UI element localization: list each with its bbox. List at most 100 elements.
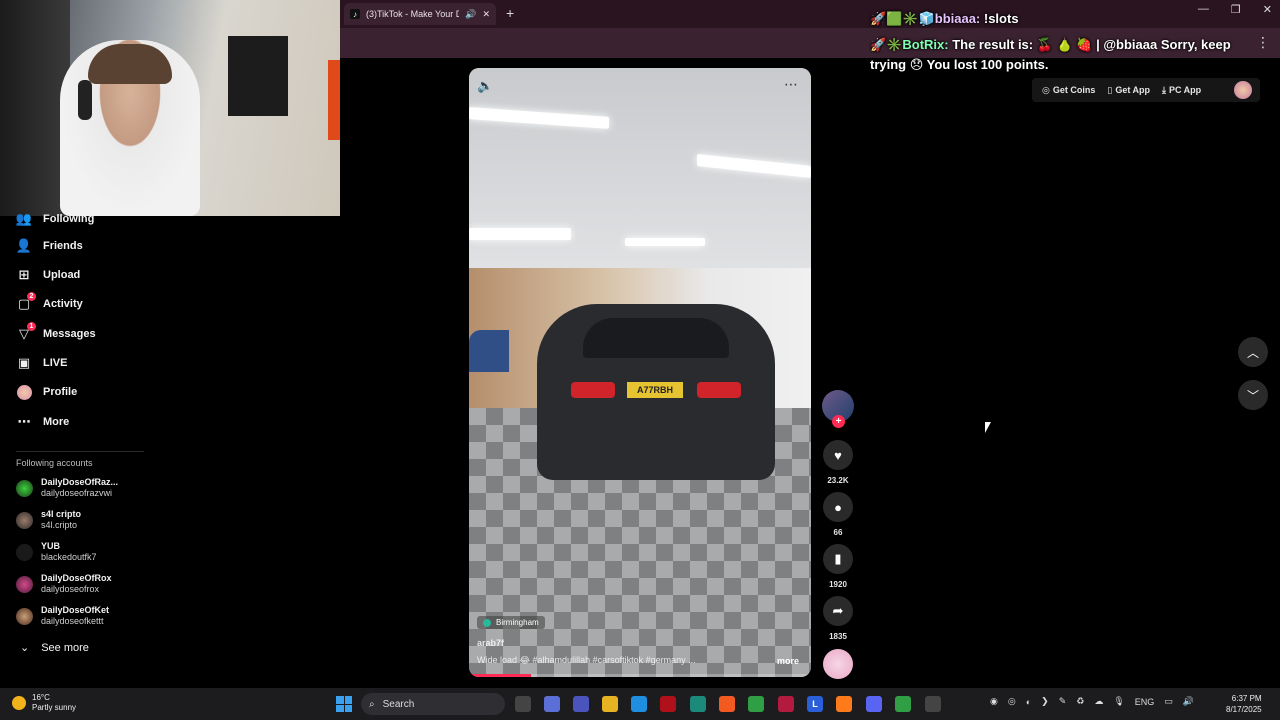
mouse-cursor-icon	[985, 422, 991, 433]
comment-button[interactable]: ●	[823, 492, 853, 522]
sidebar-item-following[interactable]: 👥 Following	[16, 211, 94, 227]
steam-icon[interactable]: ☁	[1094, 696, 1103, 707]
chat-user: bbiaaa:	[934, 11, 981, 26]
teams-icon[interactable]	[573, 696, 589, 712]
profile-avatar	[16, 384, 32, 400]
friends-icon: 👤	[15, 238, 33, 253]
following-account[interactable]: s4l cripto s4l.cripto	[16, 509, 81, 531]
video-progress-fill	[469, 674, 531, 677]
tab-close-icon[interactable]: ✕	[482, 9, 490, 20]
sidebar-item-messages[interactable]: ▽ 1 Messages	[16, 322, 96, 342]
network-icon[interactable]: ▭	[1164, 696, 1173, 707]
blue-car	[469, 330, 509, 372]
like-button[interactable]: ♥	[823, 440, 853, 470]
bookmark-icon: ▮	[834, 551, 842, 566]
save-count: 1920	[829, 580, 847, 589]
start-button[interactable]	[336, 696, 352, 712]
heart-icon: ♥	[834, 447, 842, 463]
sidebar: 👥 Following 👤 Friends ⊞ Upload ▢ 2 Activi…	[0, 211, 150, 688]
chrome-active-icon[interactable]	[895, 696, 911, 712]
get-coins-button[interactable]: ◎ Get Coins	[1042, 85, 1095, 96]
more-options-icon[interactable]: ⋯	[784, 76, 799, 93]
tab-audio-icon[interactable]: 🔊	[465, 9, 476, 20]
file-explorer-icon[interactable]	[602, 696, 618, 712]
close-window-button[interactable]: ✕	[1263, 3, 1272, 16]
video-author[interactable]: arab7f	[477, 638, 504, 648]
discord-tray-icon[interactable]: ◉	[990, 696, 998, 707]
previous-video-button[interactable]: ︿	[1238, 337, 1268, 367]
tray-icon[interactable]: ◐	[1026, 697, 1031, 707]
following-account[interactable]: YUB blackedoutfk7	[16, 541, 97, 563]
following-account[interactable]: DailyDoseOfRaz... dailydoseofrazvwi	[16, 477, 118, 499]
activity-icon: ▢ 2	[16, 292, 36, 312]
opera-icon[interactable]	[778, 696, 794, 712]
more-icon: ⋯	[17, 414, 31, 429]
tiktok-favicon-icon: ♪	[350, 9, 360, 19]
volume-tray-icon[interactable]: 🔊	[1183, 696, 1194, 707]
sidebar-item-more[interactable]: ⋯ More	[16, 414, 70, 430]
taskbar-search[interactable]: ⌕ Search	[361, 693, 505, 715]
background-monitor	[228, 36, 288, 116]
following-account[interactable]: DailyDoseOfKet dailydoseofkettt	[16, 605, 109, 627]
volume-icon[interactable]: 🔈	[477, 78, 493, 94]
get-app-button[interactable]: ▯ Get App	[1107, 85, 1150, 96]
brave-icon[interactable]	[719, 696, 735, 712]
share-button[interactable]: ➦	[823, 596, 853, 626]
discord-icon[interactable]	[866, 696, 882, 712]
follow-plus-icon[interactable]: +	[832, 415, 845, 428]
tray-icon[interactable]: ✎	[1059, 696, 1067, 707]
app-icon[interactable]	[660, 696, 676, 712]
app-l-icon[interactable]: L	[807, 696, 823, 712]
new-tab-button[interactable]: +	[506, 5, 514, 21]
share-icon: ➦	[832, 603, 844, 618]
minimize-button[interactable]: —	[1198, 3, 1209, 16]
window-controls: — ❐ ✕	[1198, 3, 1272, 16]
sidebar-item-live[interactable]: ▣ LIVE	[16, 355, 68, 371]
microphone-icon[interactable]: 🎙	[1113, 696, 1124, 707]
browser-menu-icon[interactable]: ⋮	[1256, 34, 1270, 51]
task-view-icon[interactable]	[515, 696, 531, 712]
action-bar: + ♥ 23.2K ● 66 ▮ 1920 ➦ 1835	[820, 390, 856, 680]
sidebar-item-friends[interactable]: 👤 Friends	[16, 238, 83, 254]
maximize-button[interactable]: ❐	[1231, 3, 1241, 16]
sidebar-item-upload[interactable]: ⊞ Upload	[16, 267, 81, 283]
chevron-down-icon: ﹀	[1246, 388, 1259, 403]
tray-icon[interactable]: ❯	[1041, 696, 1049, 707]
tray-icon[interactable]: ◎	[1008, 696, 1016, 707]
edge-icon[interactable]	[631, 696, 647, 712]
messages-icon: ▽ 1	[16, 322, 36, 342]
see-more-button[interactable]: ⌄ See more	[20, 641, 89, 655]
save-button[interactable]: ▮	[823, 544, 853, 574]
location-tag[interactable]: Birmingham	[477, 616, 545, 629]
like-count: 23.2K	[827, 476, 849, 485]
taskbar-clock[interactable]: 6:37 PM 8/17/2025	[1226, 693, 1262, 715]
comment-icon: ●	[834, 499, 842, 515]
license-plate: A77RBH	[627, 382, 683, 398]
rear-window	[583, 318, 729, 358]
location-pin-icon	[483, 618, 491, 627]
download-icon: ⤓	[1162, 84, 1166, 95]
sidebar-item-profile[interactable]: Profile	[16, 384, 77, 400]
caption-more-link[interactable]: more	[777, 656, 799, 666]
weather-widget[interactable]: 16°C Partly sunny	[12, 693, 76, 713]
account-avatar	[16, 479, 33, 497]
following-accounts-header: Following accounts	[16, 458, 93, 468]
chrome-icon[interactable]	[748, 696, 764, 712]
following-account[interactable]: DailyDoseOfRox dailydoseofrox	[16, 573, 112, 595]
obs-icon[interactable]	[925, 696, 941, 712]
music-disc-icon[interactable]	[823, 649, 853, 679]
copilot-icon[interactable]	[544, 696, 560, 712]
browser-tab[interactable]: ♪ (3)TikTok - Make Your Day 🔊 ✕	[344, 3, 496, 25]
sidebar-item-activity[interactable]: ▢ 2 Activity	[16, 292, 83, 312]
tray-icon[interactable]: ♻	[1076, 696, 1084, 707]
app-icon[interactable]	[690, 696, 706, 712]
tiktok-topbar: ◎ Get Coins ▯ Get App ⤓ PC App	[1032, 78, 1260, 102]
next-video-button[interactable]: ﹀	[1238, 380, 1268, 410]
firefox-icon[interactable]	[836, 696, 852, 712]
pc-app-button[interactable]: ⤓ PC App	[1162, 85, 1201, 96]
video-player[interactable]: A77RBH 🔈 ⋯ Birmingham arab7f Wide load 😂…	[469, 68, 811, 677]
activity-badge: 2	[27, 292, 36, 301]
video-progress-bar[interactable]	[469, 674, 811, 677]
language-indicator[interactable]: ENG	[1135, 697, 1155, 707]
user-avatar[interactable]	[1234, 81, 1252, 99]
